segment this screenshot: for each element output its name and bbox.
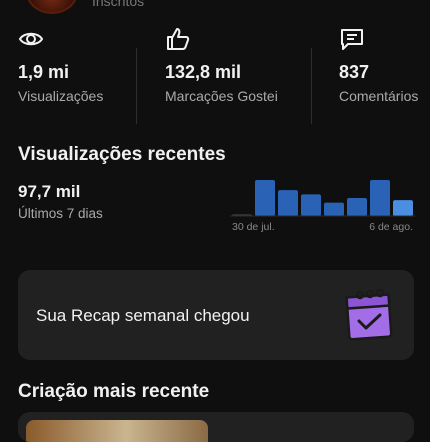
calendar-check-icon bbox=[345, 288, 393, 341]
chart-bar bbox=[393, 200, 413, 216]
stat-comments[interactable]: 837 Comentários bbox=[339, 22, 430, 110]
channel-header: Inscritos bbox=[0, 0, 430, 14]
chart-start-label: 30 de jul. bbox=[232, 221, 275, 233]
chart-bar bbox=[370, 180, 390, 216]
chart-bar bbox=[347, 198, 367, 216]
stat-divider bbox=[136, 48, 137, 124]
channel-avatar[interactable] bbox=[26, 0, 78, 14]
stat-views-label: Visualizações bbox=[18, 88, 104, 104]
recent-views-title: Visualizações recentes bbox=[18, 144, 226, 165]
chart-end-label: 6 de ago. bbox=[369, 221, 413, 233]
eye-icon bbox=[18, 32, 44, 46]
chart-bar bbox=[301, 194, 321, 216]
chart-bar bbox=[255, 180, 275, 216]
recent-views-period: Últimos 7 dias bbox=[18, 206, 103, 221]
thumbs-up-icon bbox=[167, 28, 190, 50]
latest-creation-card[interactable] bbox=[18, 412, 414, 442]
stat-likes[interactable]: 132,8 mil Marcações Gostei bbox=[165, 22, 295, 110]
recent-views-value: 97,7 mil bbox=[18, 182, 81, 201]
stat-comments-value: 837 bbox=[339, 62, 370, 82]
chart-bar bbox=[324, 202, 344, 216]
recent-views-chart[interactable]: 30 de jul. 6 de ago. bbox=[230, 168, 415, 238]
video-thumbnail[interactable] bbox=[26, 420, 208, 442]
chart-bar bbox=[278, 190, 298, 216]
weekly-recap-card[interactable]: Sua Recap semanal chegou bbox=[18, 270, 414, 360]
stat-likes-label: Marcações Gostei bbox=[165, 88, 278, 104]
comment-icon bbox=[341, 29, 363, 50]
stat-views-value: 1,9 mi bbox=[18, 62, 70, 82]
recap-text: Sua Recap semanal chegou bbox=[36, 306, 250, 325]
stats-row: 1,9 mi Visualizações 132,8 mil Marcações… bbox=[0, 22, 430, 124]
stat-likes-value: 132,8 mil bbox=[165, 62, 242, 82]
stat-divider bbox=[311, 48, 312, 124]
stat-comments-label: Comentários bbox=[339, 88, 419, 104]
subscribers-caption: Inscritos bbox=[92, 0, 145, 9]
stat-views[interactable]: 1,9 mi Visualizações bbox=[18, 22, 128, 110]
latest-creation-title: Criação mais recente bbox=[18, 381, 210, 402]
